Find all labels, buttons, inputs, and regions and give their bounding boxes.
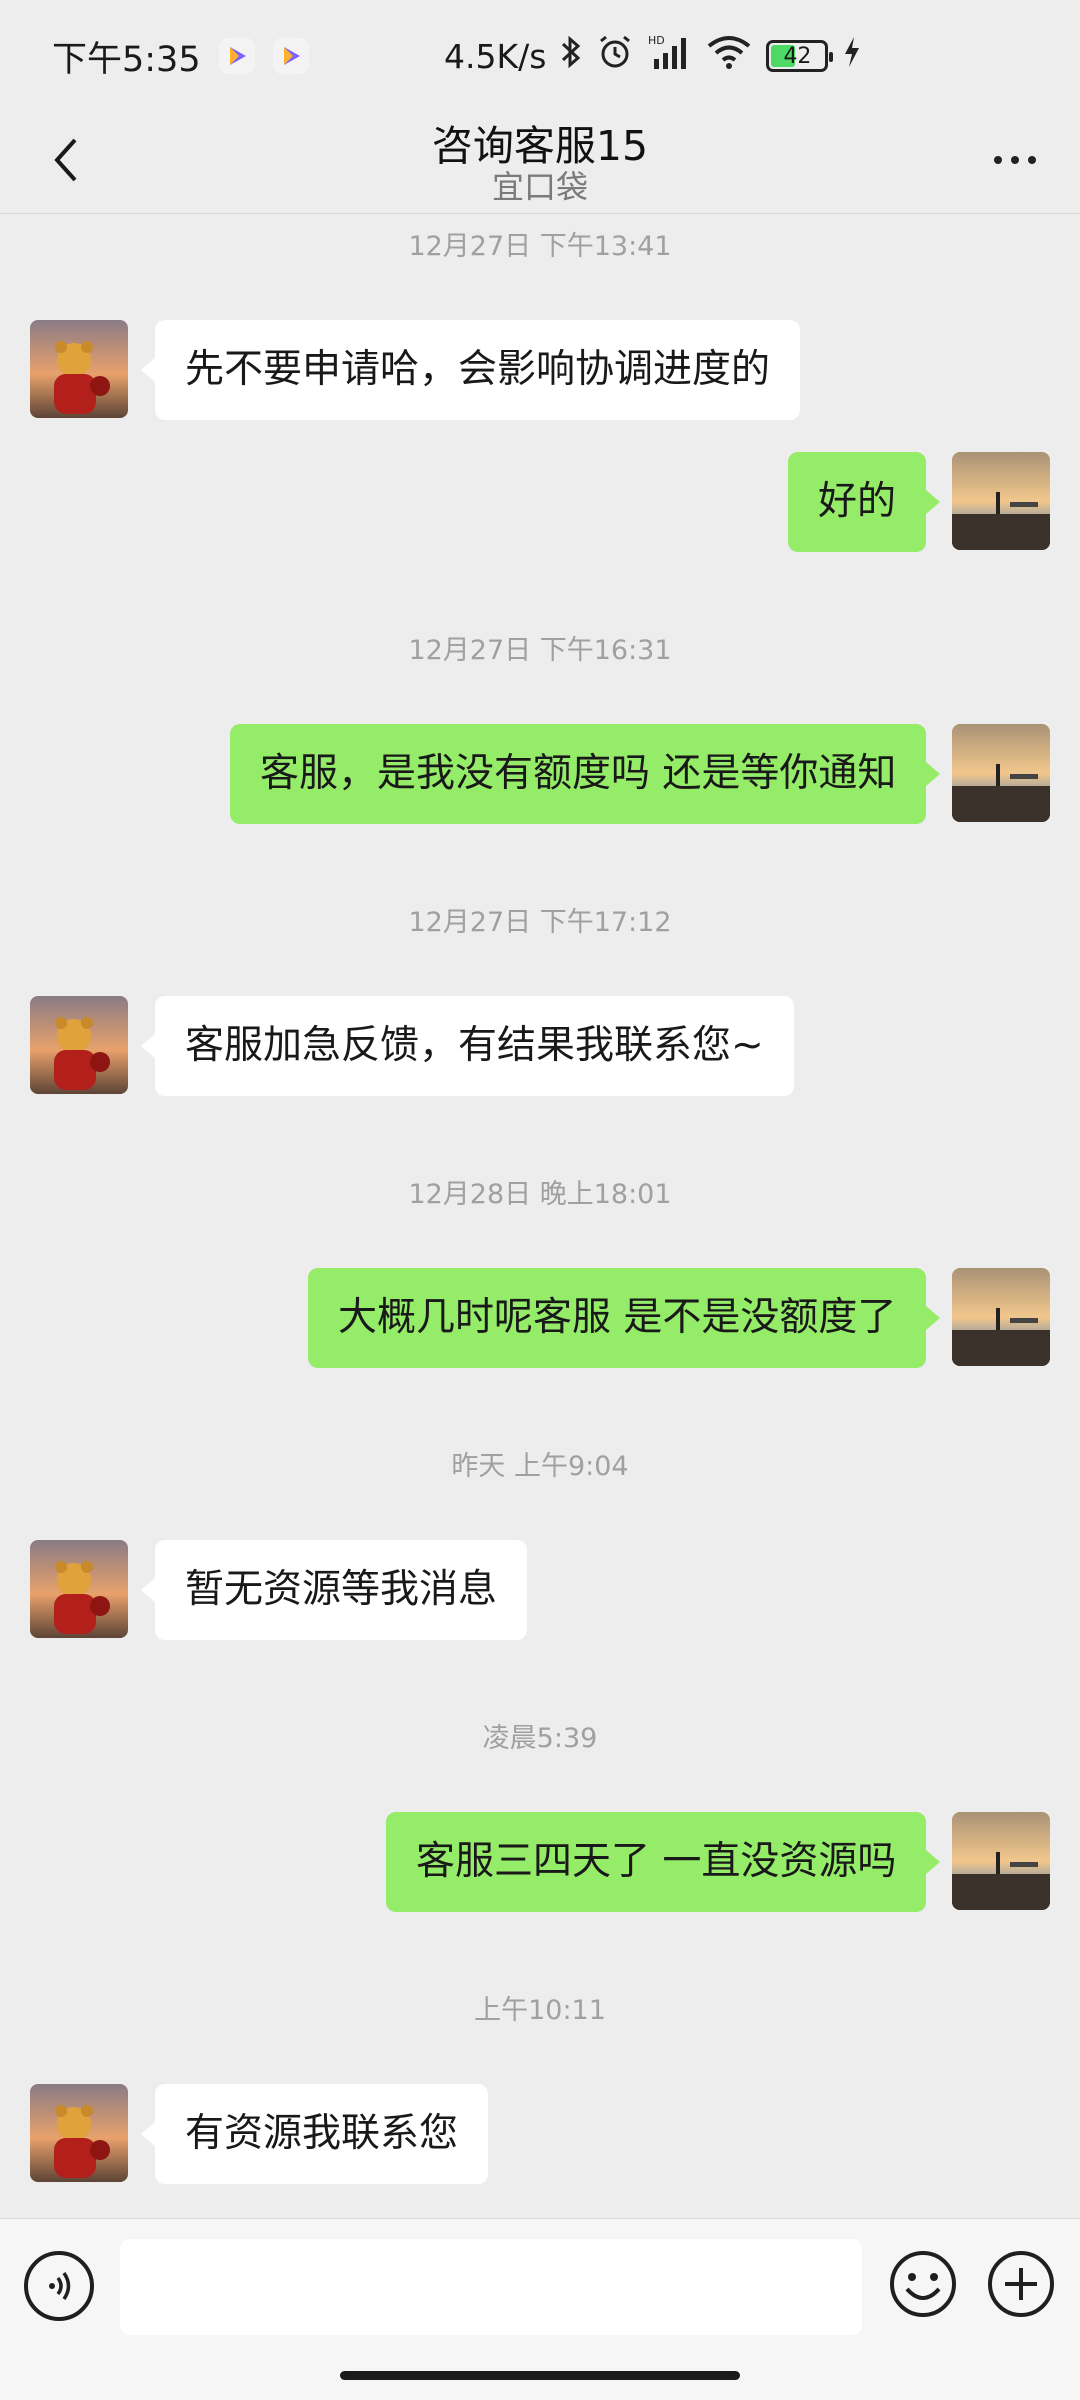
chat-subtitle: 宜口袋 [491, 168, 588, 206]
message-timestamp: 昨天 上午9:04 [451, 1451, 629, 1482]
alarm-icon [596, 33, 634, 80]
outgoing-message-bubble[interactable]: 客服，是我没有额度吗 还是等你通知 [230, 724, 941, 824]
wifi-icon [706, 34, 752, 79]
status-time: 下午5:35 [52, 39, 201, 80]
signal-hd-label: HD [648, 34, 665, 47]
message-timestamp: 12月27日 下午17:12 [408, 907, 672, 938]
user-avatar[interactable] [952, 724, 1050, 822]
video-app-icon [272, 38, 309, 74]
more-dot-icon [1011, 156, 1019, 164]
message-timestamp: 12月28日 晚上18:01 [408, 1179, 672, 1210]
chat-header: 咨询客服15 宜口袋 [0, 112, 1080, 214]
message-input[interactable] [120, 2239, 862, 2335]
signal-icon: HD [648, 33, 692, 80]
outgoing-message-bubble[interactable]: 客服三四天了 一直没资源吗 [386, 1812, 941, 1912]
home-indicator[interactable] [340, 2371, 740, 2380]
message-timestamp: 12月27日 下午16:31 [408, 635, 672, 666]
service-avatar[interactable] [30, 996, 128, 1094]
status-bar: 下午5:35 4.5K/s HD 42 [0, 0, 1080, 112]
service-avatar[interactable] [30, 2084, 128, 2182]
outgoing-message-bubble[interactable]: 大概几时呢客服 是不是没额度了 [308, 1268, 941, 1368]
more-functions-button[interactable] [986, 2249, 1056, 2319]
network-speed: 4.5K/s [444, 36, 547, 76]
voice-icon [49, 2272, 71, 2300]
voice-input-button[interactable] [24, 2251, 94, 2321]
message-timestamp: 上午10:11 [474, 1995, 606, 2026]
more-dot-icon [1028, 156, 1036, 164]
incoming-message-bubble[interactable]: 有资源我联系您 [140, 2084, 489, 2184]
more-dot-icon [994, 156, 1002, 164]
plus-icon [988, 2251, 1054, 2317]
video-app-icon [218, 38, 255, 74]
incoming-message-bubble[interactable]: 暂无资源等我消息 [140, 1540, 528, 1640]
smiley-icon [890, 2251, 956, 2317]
incoming-message-bubble[interactable]: 先不要申请哈，会影响协调进度的 [140, 320, 801, 420]
user-avatar[interactable] [952, 1268, 1050, 1366]
message-timestamp: 凌晨5:39 [482, 1723, 598, 1754]
chat-screen: 下午5:35 4.5K/s HD 42 咨询客服15 宜口袋 12月27日 下午… [0, 0, 1080, 2400]
service-avatar[interactable] [30, 1540, 128, 1638]
charging-icon [842, 35, 862, 78]
user-avatar[interactable] [952, 1812, 1050, 1910]
bluetooth-icon [560, 34, 582, 79]
outgoing-message-bubble[interactable]: 好的 [788, 452, 941, 552]
emoji-button[interactable] [888, 2249, 958, 2319]
more-options-button[interactable] [980, 130, 1050, 190]
service-avatar[interactable] [30, 320, 128, 418]
battery-level: 42 [783, 43, 812, 69]
incoming-message-bubble[interactable]: 客服加急反馈，有结果我联系您~ [141, 996, 794, 1096]
battery-icon: 42 [766, 40, 834, 72]
message-timestamp: 12月27日 下午13:41 [408, 231, 672, 262]
user-avatar[interactable] [952, 452, 1050, 550]
